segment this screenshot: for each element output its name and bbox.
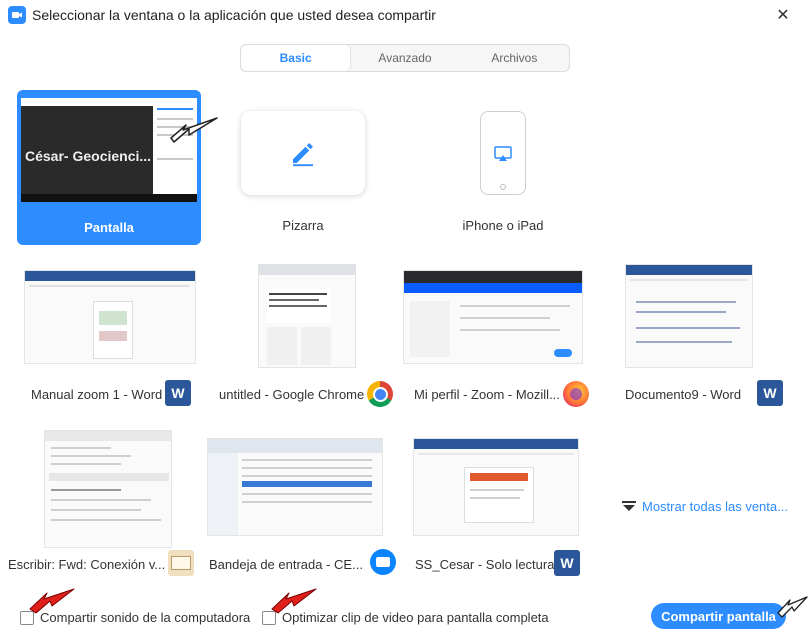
chrome-icon: [367, 381, 393, 407]
optimize-video-label: Optimizar clip de video para pantalla co…: [282, 610, 549, 625]
window-thumbnail: [625, 264, 753, 368]
window-label: Mi perfil - Zoom - Mozill...: [414, 387, 560, 402]
share-window-compose[interactable]: Escribir: Fwd: Conexión v...: [4, 430, 204, 580]
annotation-arrow-icon: [271, 588, 317, 614]
share-window-ss-cesar[interactable]: SS_Cesar - Solo lectura ... W: [403, 430, 593, 580]
whiteboard-card: [241, 111, 365, 195]
tab-basic[interactable]: Basic: [241, 45, 351, 71]
outlook-icon: [168, 550, 194, 576]
zoom-app-icon: [8, 6, 26, 24]
word-icon: W: [554, 550, 580, 576]
window-thumbnail: [258, 264, 356, 368]
window-label: untitled - Google Chrome: [219, 387, 365, 402]
thunderbird-icon: [370, 549, 396, 575]
share-window-firefox[interactable]: Mi perfil - Zoom - Mozill...: [403, 264, 593, 407]
firefox-icon: [563, 381, 589, 407]
window-thumbnail: [207, 438, 383, 536]
chevron-down-icon: [622, 500, 636, 513]
share-window-manual-zoom[interactable]: Manual zoom 1 - Word W: [15, 264, 205, 406]
word-icon: W: [757, 380, 783, 406]
annotation-arrow-icon: [29, 588, 75, 614]
share-window-chrome[interactable]: untitled - Google Chrome: [209, 264, 399, 407]
window-title: Seleccionar la ventana o la aplicación q…: [32, 7, 436, 23]
window-label: SS_Cesar - Solo lectura ...: [415, 557, 555, 572]
annotation-arrow-icon: [777, 596, 808, 618]
window-thumbnail: [413, 438, 579, 536]
show-all-windows-link[interactable]: Mostrar todas las venta...: [622, 499, 788, 514]
pencil-icon: [293, 143, 313, 167]
window-label: Bandeja de entrada - CE...: [209, 557, 363, 572]
home-button: [500, 184, 506, 190]
annotation-arrow-icon: [170, 117, 218, 143]
window-thumbnail: [24, 270, 196, 364]
share-window-inbox[interactable]: Bandeja de entrada - CE...: [207, 430, 397, 580]
airplay-icon: [494, 146, 512, 161]
close-button[interactable]: ✕: [774, 6, 792, 24]
footer-bar: Compartir sonido de la computadora Optim…: [0, 590, 808, 632]
share-option-iphone-ipad[interactable]: iPhone o iPad: [440, 111, 580, 233]
share-tabs: Basic Avanzado Archivos: [240, 44, 570, 72]
screen-label: Pantalla: [84, 220, 134, 235]
iphone-label: iPhone o iPad: [462, 218, 544, 233]
window-label: Manual zoom 1 - Word: [31, 387, 163, 402]
window-thumbnail: [403, 270, 583, 364]
share-option-whiteboard[interactable]: Pizarra: [241, 111, 365, 233]
close-icon: ✕: [776, 7, 790, 24]
iphone-frame: [480, 111, 526, 195]
word-icon: W: [165, 380, 191, 406]
screen-thumbnail-text: César- Geocienci...: [25, 148, 152, 164]
window-label: Documento9 - Word: [625, 387, 742, 402]
show-all-label: Mostrar todas las venta...: [642, 499, 788, 514]
tab-avanzado[interactable]: Avanzado: [350, 45, 459, 71]
share-screen-button[interactable]: Compartir pantalla: [651, 603, 786, 629]
tab-archivos[interactable]: Archivos: [460, 45, 569, 71]
share-window-documento9[interactable]: Documento9 - Word W: [597, 264, 787, 406]
window-label: Escribir: Fwd: Conexión v...: [8, 557, 166, 572]
window-thumbnail: [44, 430, 172, 548]
title-bar: Seleccionar la ventana o la aplicación q…: [0, 0, 808, 30]
whiteboard-label: Pizarra: [282, 218, 324, 233]
